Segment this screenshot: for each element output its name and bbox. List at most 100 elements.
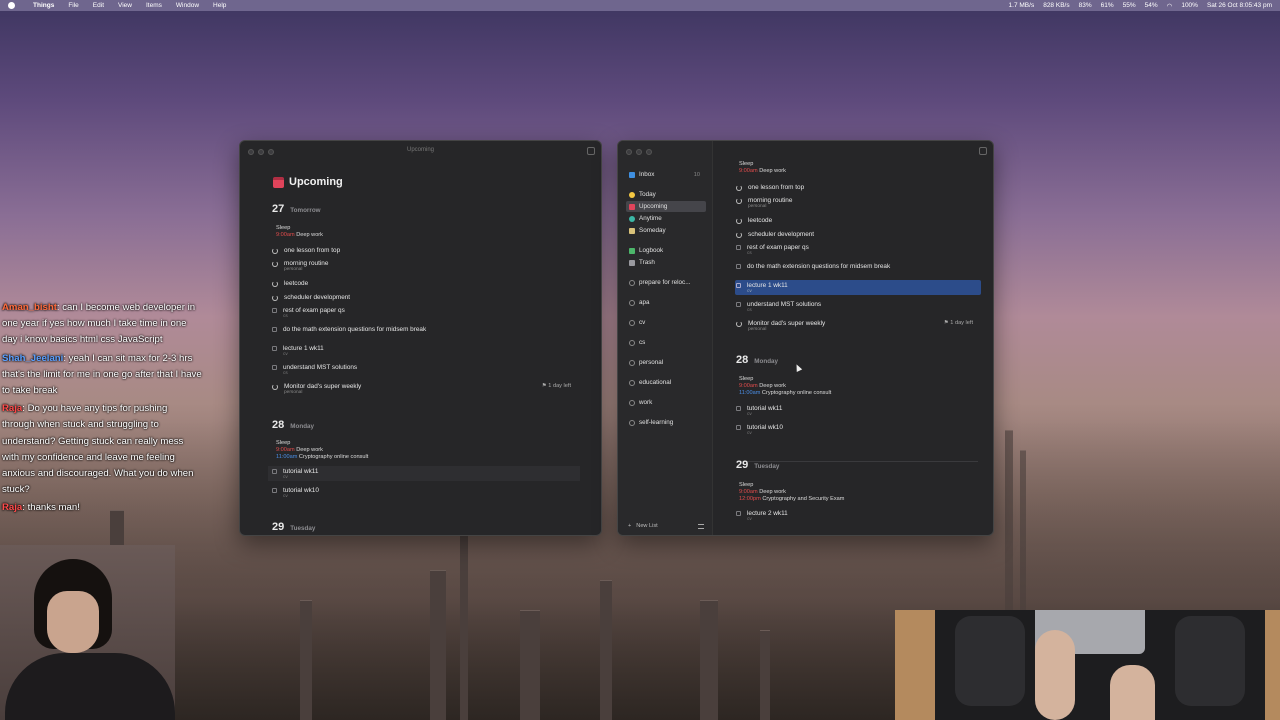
window-controls[interactable] [626,149,652,155]
inbox-icon [629,171,635,178]
day-header-28: 28 Monday [272,419,315,431]
repeat-icon[interactable] [736,320,742,327]
task-row[interactable]: tutorial wk11 cv [736,405,993,417]
task-row[interactable]: Monitor dad's super weekly personal [272,383,572,395]
task-row-selected[interactable]: lecture 1 wk11 cv [736,282,993,294]
project-icon [629,339,635,346]
task-row[interactable]: morning routine personal [736,197,993,209]
calendar-events: Sleep 9:00am Deep work 12:00pm Cryptogra… [739,482,845,502]
menu-items[interactable]: Items [146,2,162,9]
menu-view[interactable]: View [118,2,132,9]
task-row[interactable]: do the math extension questions for mids… [272,326,572,333]
menu-help[interactable]: Help [213,2,226,9]
task-row[interactable]: tutorial wk11 cv [272,468,572,480]
sidebar-item-upcoming[interactable]: Upcoming [626,201,706,212]
sidebar-item-today[interactable]: Today [626,189,706,200]
sidebar-item-anytime[interactable]: Anytime [626,213,706,224]
checkbox[interactable] [736,406,741,411]
task-row[interactable]: do the math extension questions for mids… [736,263,993,270]
net-down-status: 828 KB/s [1043,2,1070,9]
task-row[interactable]: understand MST solutions cs [272,364,572,376]
repeat-icon[interactable] [736,197,742,204]
chat-message: Aman_bisht: can I become web developer i… [2,302,196,346]
repeat-icon[interactable] [736,184,742,191]
things-window-upcoming[interactable]: Upcoming Upcoming 27 Tomorrow Sleep 9:00… [239,140,602,536]
page-header: Upcoming [273,176,343,188]
checkbox[interactable] [272,308,277,313]
repeat-icon[interactable] [272,383,278,390]
battery-status[interactable]: 100% [1181,2,1198,9]
repeat-icon[interactable] [736,231,742,238]
things-window-main[interactable]: Inbox 10 Today Upcoming Anytime Someday L… [617,140,994,536]
sidebar-project[interactable]: prepare for reloc... [626,277,706,288]
repeat-icon[interactable] [736,217,742,224]
sidebar-item-inbox[interactable]: Inbox 10 [626,169,706,180]
repeat-icon[interactable] [272,247,278,254]
sidebar-project[interactable]: self-learning [626,417,706,428]
task-row[interactable]: lecture 2 wk11 cv [736,510,993,522]
sidebar-project[interactable]: educational [626,377,706,388]
task-row[interactable]: lecture 1 wk11 cv [272,345,572,357]
day-header-28: 28 Monday [736,354,779,366]
task-row[interactable]: scheduler development [736,231,993,238]
sidebar-project[interactable]: apa [626,297,706,308]
task-row[interactable]: understand MST solutions cs [736,301,993,313]
new-list-button[interactable]: + New List [628,523,658,529]
repeat-icon[interactable] [272,294,278,301]
apple-icon[interactable] [8,2,15,9]
checkbox[interactable] [736,302,741,307]
task-row[interactable]: tutorial wk10 cv [272,487,572,499]
sidebar-project[interactable]: personal [626,357,706,368]
chat-message: Raja: Do you have any tips for pushing t… [2,403,194,496]
webcam-desk [895,610,1280,720]
sidebar-item-logbook[interactable]: Logbook [626,245,706,256]
checkbox[interactable] [736,264,741,269]
net-up-status: 1.7 MB/s [1008,2,1035,9]
task-row[interactable]: leetcode [272,280,572,287]
menu-edit[interactable]: Edit [93,2,104,9]
sidebar-item-trash[interactable]: Trash [626,257,706,268]
checkbox[interactable] [272,346,277,351]
task-row[interactable]: tutorial wk10 cv [736,424,993,436]
repeat-icon[interactable] [272,280,278,287]
sidebar-project[interactable]: work [626,397,706,408]
deadline-badge: ⚑ 1 day left [541,383,571,389]
checkbox[interactable] [736,245,741,250]
task-row[interactable]: rest of exam paper qs cs [736,244,993,256]
task-row[interactable]: one lesson from top [736,184,993,191]
sidebar-project[interactable]: cv [626,317,706,328]
task-row[interactable]: morning routine personal [272,260,572,272]
checkbox[interactable] [736,283,741,288]
checkbox[interactable] [272,488,277,493]
layers-icon [629,215,635,222]
menu-app-name[interactable]: Things [33,2,54,9]
calendar-icon [629,203,635,210]
project-icon [629,279,635,286]
task-row[interactable]: scheduler development [272,294,572,301]
project-icon [629,319,635,326]
disk-status: 54% [1144,2,1158,9]
box-icon [629,227,635,234]
share-icon[interactable] [587,147,595,155]
repeat-icon[interactable] [272,260,278,267]
task-row[interactable]: one lesson from top [272,247,572,254]
clock[interactable]: Sat 26 Oct 8:05:43 pm [1207,2,1272,9]
checkbox[interactable] [272,469,277,474]
sidebar-project[interactable]: cs [626,337,706,348]
checkbox[interactable] [272,327,277,332]
task-row[interactable]: rest of exam paper qs cs [272,307,572,319]
task-row[interactable]: leetcode [736,217,993,224]
checkbox[interactable] [272,365,277,370]
sidebar-item-someday[interactable]: Someday [626,225,706,236]
logbook-icon [629,247,635,254]
checkbox[interactable] [736,511,741,516]
wifi-icon[interactable]: ◠ [1167,2,1173,10]
chat-message: Shah_Jeelani: yeah I can sit max for 2-3… [2,352,202,397]
chat-message: Raja: thanks man! [2,502,80,514]
checkbox[interactable] [736,425,741,430]
share-icon[interactable] [979,147,987,155]
settings-icon[interactable] [698,524,704,529]
project-icon [629,359,635,366]
menu-window[interactable]: Window [176,2,199,9]
menu-file[interactable]: File [68,2,78,9]
